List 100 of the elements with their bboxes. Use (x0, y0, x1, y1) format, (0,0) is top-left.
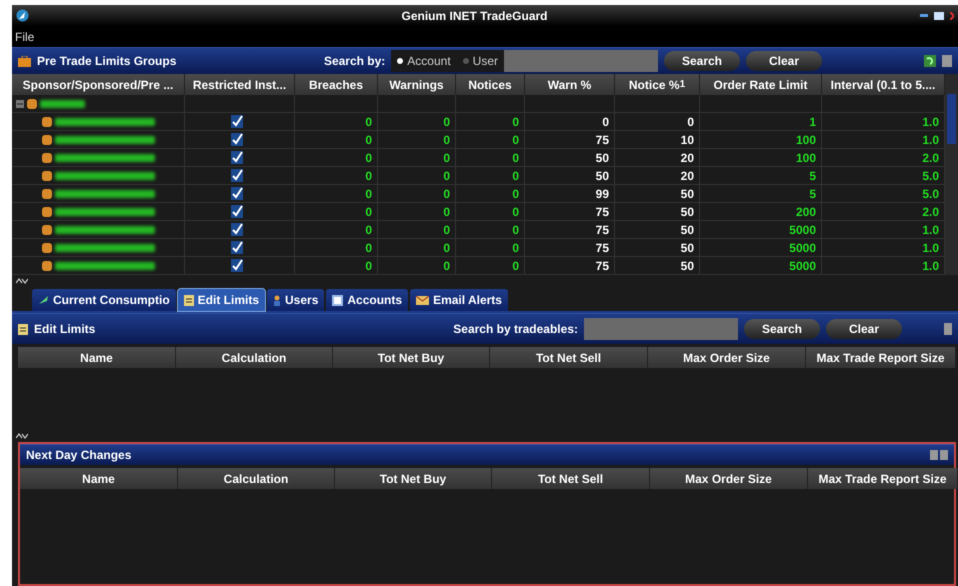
checked-checkbox[interactable] (231, 133, 243, 146)
panel-title: Pre Trade Limits Groups (37, 54, 176, 68)
tab[interactable]: Edit Limits (178, 289, 266, 311)
tab[interactable]: Users (267, 289, 324, 311)
table-cell: 0 (615, 113, 700, 131)
column-header[interactable]: Name (18, 347, 176, 368)
table-cell: 0 (378, 257, 456, 275)
radio-option[interactable]: User (456, 50, 504, 72)
scrollbar[interactable] (945, 74, 958, 275)
checked-checkbox[interactable] (231, 223, 243, 236)
table-cell: 0 (378, 221, 456, 239)
action-button[interactable]: Clear (746, 51, 822, 71)
radio-option[interactable]: Account (391, 50, 457, 72)
table-cell: 0 (456, 203, 525, 221)
tab[interactable]: Accounts (326, 289, 408, 311)
blurred-name (40, 100, 85, 108)
checked-checkbox[interactable] (231, 169, 243, 182)
column-header[interactable]: Tot Net Sell (492, 468, 650, 489)
table-cell: 50 (615, 221, 700, 239)
tab[interactable]: Email Alerts (410, 289, 508, 311)
column-header[interactable]: Notices (456, 74, 525, 95)
table-cell: 0 (456, 167, 525, 185)
refresh-icon[interactable] (924, 55, 936, 67)
table-cell: 0 (456, 149, 525, 167)
column-header[interactable]: Restricted Inst... (185, 74, 295, 95)
table-cell: 5000 (700, 221, 822, 239)
app-logo-icon (16, 9, 29, 22)
table-cell: 99 (525, 185, 615, 203)
table-cell: 0 (456, 239, 525, 257)
ledger-icon (332, 294, 344, 306)
maximize-icon[interactable] (934, 12, 944, 20)
column-header[interactable]: Breaches (295, 74, 378, 95)
checked-checkbox[interactable] (231, 187, 243, 200)
column-header[interactable]: Max Trade Report Size (806, 347, 956, 368)
table-cell: 0 (456, 131, 525, 149)
column-header[interactable]: Order Rate Limit (700, 74, 822, 95)
table-cell: 75 (525, 221, 615, 239)
envelope-icon (416, 296, 430, 304)
search-field[interactable] (504, 50, 658, 72)
menu-item[interactable]: File (12, 30, 38, 44)
notepad-icon (184, 294, 194, 306)
action-button[interactable]: Clear (826, 319, 902, 339)
group-icon (27, 98, 37, 108)
panel-title: Edit Limits (34, 322, 96, 336)
leaf-icon (38, 295, 49, 305)
column-header[interactable]: Name (20, 468, 178, 489)
table-cell: 0 (295, 113, 378, 131)
column-header[interactable]: Tot Net Sell (490, 347, 648, 368)
table-cell: 0 (456, 185, 525, 203)
collapse-expand-icon[interactable] (16, 278, 28, 284)
table-cell: 0 (378, 131, 456, 149)
table-cell: 50 (615, 257, 700, 275)
action-button[interactable]: Search (744, 319, 820, 339)
checked-checkbox[interactable] (231, 241, 243, 254)
checked-checkbox[interactable] (231, 205, 243, 218)
table-cell: 0 (378, 239, 456, 257)
collapse-expand-icon[interactable] (16, 433, 28, 439)
table-cell: 10 (615, 131, 700, 149)
column-header[interactable]: Warnings (378, 74, 456, 95)
panel-title: Next Day Changes (26, 448, 132, 462)
column-header[interactable]: Tot Net Buy (333, 347, 490, 368)
table-cell: 75 (525, 131, 615, 149)
column-header[interactable]: Sponsor/Sponsored/Pre ... (12, 74, 185, 95)
column-header[interactable]: Max Order Size (648, 347, 806, 368)
checked-checkbox[interactable] (231, 151, 243, 164)
column-header[interactable]: Max Order Size (650, 468, 808, 489)
tab[interactable]: Current Consumptio (32, 289, 176, 311)
column-header[interactable]: Max Trade Report Size (808, 468, 958, 489)
table-cell: 1 (700, 113, 822, 131)
action-button[interactable]: Search (664, 51, 740, 71)
table-cell: 5000 (700, 257, 822, 275)
table-cell: 0 (295, 239, 378, 257)
table-cell: 0 (378, 203, 456, 221)
table-cell: 0 (295, 185, 378, 203)
checked-checkbox[interactable] (231, 259, 243, 272)
table-cell: 75 (525, 257, 615, 275)
table-cell: 100 (700, 131, 822, 149)
table-cell: 20 (615, 167, 700, 185)
column-header[interactable]: Warn % (525, 74, 615, 95)
table-cell: 0 (295, 257, 378, 275)
table-cell: 100 (700, 149, 822, 167)
table-cell: 0 (295, 149, 378, 167)
checked-checkbox[interactable] (231, 115, 243, 128)
search-label: Search by: (324, 54, 386, 68)
table-cell: 200 (700, 203, 822, 221)
column-header[interactable]: Calculation (176, 347, 333, 368)
search-field[interactable] (584, 318, 738, 340)
table-cell: 50 (615, 185, 700, 203)
column-header[interactable]: Interval (0.1 to 5.... (822, 74, 945, 95)
column-header[interactable]: Calculation (178, 468, 335, 489)
table-cell: 50 (615, 239, 700, 257)
table-cell: 5 (700, 167, 822, 185)
close-icon[interactable] (950, 12, 954, 20)
search-label: Search by tradeables: (453, 322, 578, 336)
table-cell: 0 (378, 149, 456, 167)
window-title: Genium INET TradeGuard (400, 8, 549, 22)
collapse-icon[interactable] (16, 100, 24, 108)
square-icon[interactable] (930, 450, 948, 460)
table-cell: 0 (378, 185, 456, 203)
column-header[interactable]: Tot Net Buy (335, 468, 492, 489)
